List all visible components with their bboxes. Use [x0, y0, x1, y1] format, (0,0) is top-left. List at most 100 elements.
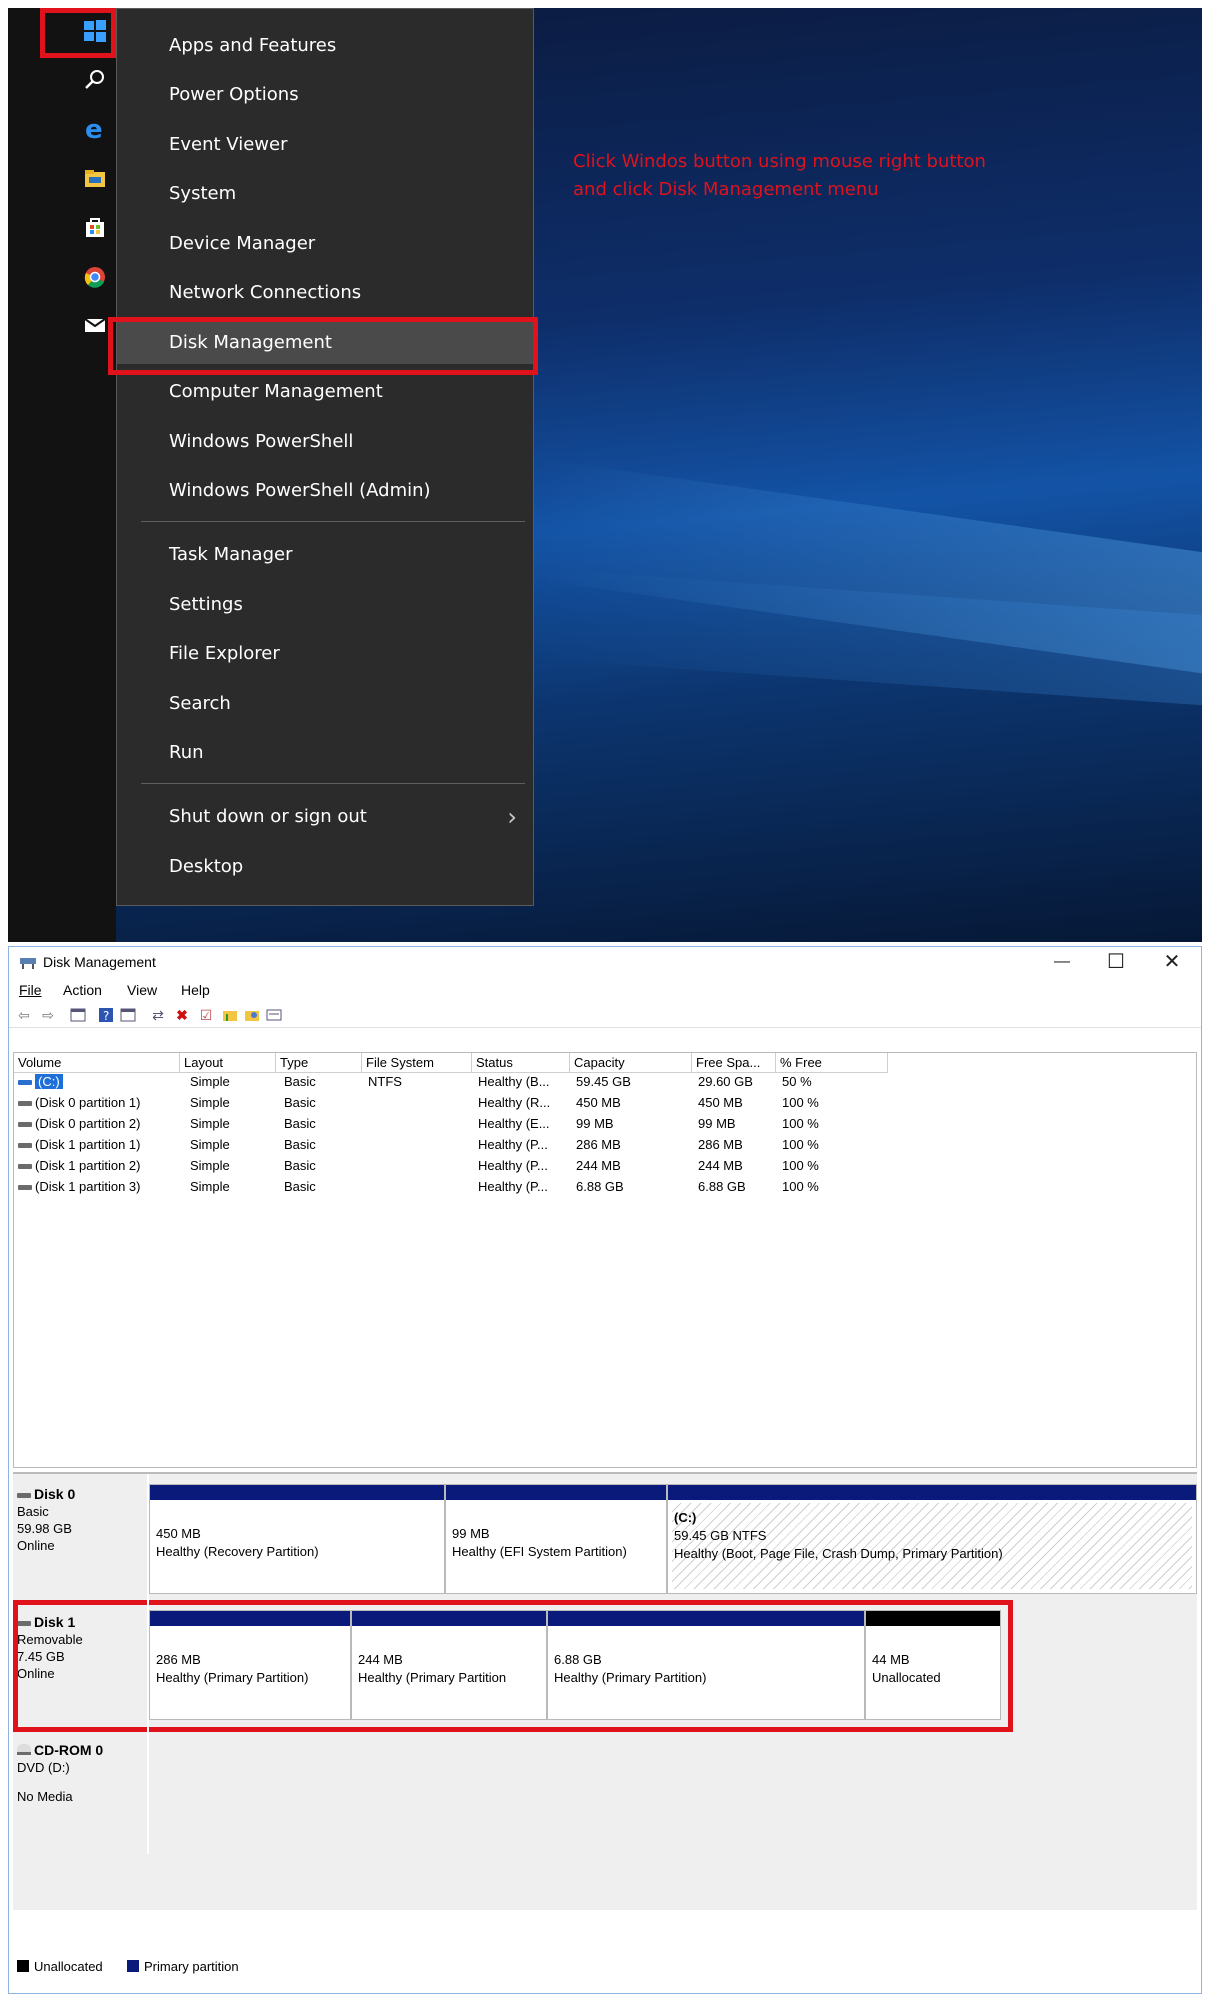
- cell-layout: Simple: [190, 1137, 230, 1152]
- cell-type: Basic: [284, 1179, 316, 1194]
- cell-status: Healthy (P...: [478, 1137, 548, 1152]
- table-row[interactable]: (Disk 1 partition 1): [18, 1137, 140, 1152]
- properties-icon[interactable]: [119, 1006, 137, 1024]
- disk-label-divider: [147, 1474, 149, 1854]
- drive-icon: [18, 1122, 32, 1128]
- instruction-text: Click Windos button using mouse right bu…: [573, 151, 986, 200]
- menu-item-computer-management[interactable]: Computer Management: [117, 371, 533, 413]
- drive-icon: [18, 1101, 32, 1107]
- column-header-capacity[interactable]: Capacity: [570, 1053, 692, 1073]
- svg-text:e: e: [85, 116, 103, 142]
- drive-icon: [18, 1143, 32, 1149]
- column-header-percent-free[interactable]: % Free: [776, 1053, 888, 1073]
- cell-status: Healthy (R...: [478, 1095, 551, 1110]
- menu-item-windows-powershell[interactable]: Windows PowerShell: [117, 421, 533, 463]
- title-bar[interactable]: Disk Management — ☐ ✕: [9, 947, 1201, 977]
- legend-bar: Unallocated Primary partition: [13, 1953, 1197, 1981]
- highlight-box-windows-button: [40, 8, 116, 58]
- close-button[interactable]: ✕: [1149, 947, 1195, 977]
- menu-file[interactable]: File: [19, 982, 42, 998]
- table-row[interactable]: (Disk 1 partition 3): [18, 1179, 140, 1194]
- menu-item-power-options[interactable]: Power Options: [117, 74, 533, 116]
- new-folder-icon[interactable]: [221, 1006, 239, 1024]
- column-header-status[interactable]: Status: [472, 1053, 570, 1073]
- search-icon[interactable]: [80, 64, 110, 94]
- menu-item-network-connections[interactable]: Network Connections: [117, 272, 533, 314]
- help-icon[interactable]: ?: [97, 1006, 115, 1024]
- cell-status: Healthy (P...: [478, 1179, 548, 1194]
- primary-partition-bar: [446, 1485, 666, 1500]
- svg-text:?: ?: [103, 1009, 109, 1022]
- cell-file-system: NTFS: [368, 1074, 402, 1089]
- menu-item-device-manager[interactable]: Device Manager: [117, 223, 533, 265]
- menu-item-search[interactable]: Search: [117, 683, 533, 725]
- window-title: Disk Management: [43, 954, 156, 970]
- open-folder-icon[interactable]: [243, 1006, 261, 1024]
- cell-status: Healthy (B...: [478, 1074, 550, 1089]
- menu-item-file-explorer[interactable]: File Explorer: [117, 633, 533, 675]
- primary-partition-bar: [150, 1485, 444, 1500]
- desktop: e Apps and Features Power Options Event …: [8, 8, 1202, 942]
- cell-capacity: 99 MB: [576, 1116, 614, 1131]
- table-row[interactable]: (Disk 1 partition 2): [18, 1158, 140, 1173]
- table-row[interactable]: (Disk 0 partition 2): [18, 1116, 140, 1131]
- drive-icon: [18, 1164, 32, 1170]
- cell-status: Healthy (P...: [478, 1158, 548, 1173]
- partition-disk0-efi[interactable]: 99 MB Healthy (EFI System Partition): [445, 1484, 667, 1594]
- check-icon[interactable]: ☑: [197, 1006, 215, 1024]
- menu-action[interactable]: Action: [63, 982, 102, 998]
- menu-item-run[interactable]: Run: [117, 732, 533, 774]
- disk-graphical-view: Disk 0 Basic 59.98 GB Online 450 MB Healt…: [13, 1472, 1197, 1910]
- disk-icon: [17, 1493, 31, 1499]
- cell-capacity: 59.45 GB: [576, 1074, 631, 1089]
- cell-free-space: 244 MB: [698, 1158, 743, 1173]
- delete-icon[interactable]: ✖: [173, 1006, 191, 1024]
- disk-management-app-icon: [19, 955, 37, 974]
- cell-type: Basic: [284, 1095, 316, 1110]
- cell-layout: Simple: [190, 1095, 230, 1110]
- connect-icon[interactable]: ⇄: [149, 1006, 167, 1024]
- chevron-right-icon: ›: [507, 803, 517, 831]
- menu-item-apps-and-features[interactable]: Apps and Features: [117, 25, 533, 67]
- menu-item-task-manager[interactable]: Task Manager: [117, 534, 533, 576]
- column-header-type[interactable]: Type: [276, 1053, 362, 1073]
- menu-view[interactable]: View: [127, 982, 157, 998]
- file-explorer-icon[interactable]: [80, 164, 110, 194]
- menu-item-desktop[interactable]: Desktop: [117, 846, 533, 888]
- menu-item-shut-down-or-sign-out[interactable]: Shut down or sign out ›: [117, 796, 533, 838]
- cell-layout: Simple: [190, 1116, 230, 1131]
- menu-item-system[interactable]: System: [117, 173, 533, 215]
- cdrom-0-label[interactable]: CD-ROM 0 DVD (D:) No Media: [17, 1742, 149, 1805]
- volume-list: Volume Layout Type File System Status Ca…: [13, 1052, 1197, 1468]
- view-icon[interactable]: [265, 1006, 283, 1024]
- chrome-icon[interactable]: [80, 262, 110, 292]
- table-row[interactable]: (C:): [18, 1074, 63, 1089]
- partition-disk0-c[interactable]: (C:) 59.45 GB NTFS Healthy (Boot, Page Fil…: [667, 1484, 1197, 1594]
- store-icon[interactable]: [80, 212, 110, 242]
- primary-partition-bar: [668, 1485, 1196, 1500]
- forward-icon[interactable]: ⇨: [39, 1006, 57, 1024]
- console-tree-icon[interactable]: [69, 1006, 87, 1024]
- menu-help[interactable]: Help: [181, 982, 210, 998]
- disk-0-label[interactable]: Disk 0 Basic 59.98 GB Online: [17, 1486, 149, 1554]
- cell-capacity: 244 MB: [576, 1158, 621, 1173]
- cell-free-space: 450 MB: [698, 1095, 743, 1110]
- cell-layout: Simple: [190, 1158, 230, 1173]
- menu-item-windows-powershell-admin[interactable]: Windows PowerShell (Admin): [117, 470, 533, 512]
- minimize-button[interactable]: —: [1039, 947, 1085, 977]
- mail-icon[interactable]: [80, 310, 110, 340]
- maximize-button[interactable]: ☐: [1093, 947, 1139, 977]
- table-row[interactable]: (Disk 0 partition 1): [18, 1095, 140, 1110]
- cd-drive-icon: [17, 1744, 31, 1755]
- taskbar: e: [8, 8, 116, 942]
- edge-icon[interactable]: e: [80, 114, 110, 144]
- column-header-file-system[interactable]: File System: [362, 1053, 472, 1073]
- partition-disk0-recovery[interactable]: 450 MB Healthy (Recovery Partition): [149, 1484, 445, 1594]
- legend-primary: Primary partition: [127, 1959, 239, 1974]
- column-header-volume[interactable]: Volume: [14, 1053, 180, 1073]
- back-icon[interactable]: ⇦: [15, 1006, 33, 1024]
- menu-item-settings[interactable]: Settings: [117, 584, 533, 626]
- menu-item-event-viewer[interactable]: Event Viewer: [117, 124, 533, 166]
- column-header-layout[interactable]: Layout: [180, 1053, 276, 1073]
- column-header-free-space[interactable]: Free Spa...: [692, 1053, 776, 1073]
